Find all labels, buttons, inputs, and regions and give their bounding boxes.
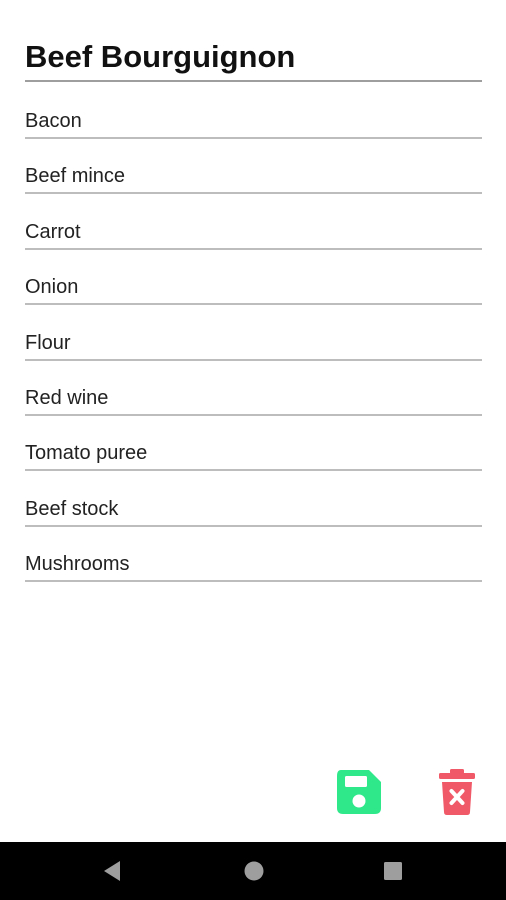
trash-x-icon <box>439 769 475 815</box>
save-button[interactable] <box>335 768 383 816</box>
recipe-title-field[interactable]: Beef Bourguignon <box>25 38 482 82</box>
ingredient-row: Onion <box>25 266 482 321</box>
system-navigation-bar <box>0 842 506 900</box>
ingredient-field[interactable]: Tomato puree <box>25 432 482 472</box>
delete-button[interactable] <box>437 768 477 816</box>
ingredient-field[interactable]: Bacon <box>25 100 482 139</box>
circle-home-icon <box>244 861 264 881</box>
ingredient-field[interactable]: Flour <box>25 322 482 361</box>
ingredient-row: Beef stock <box>25 488 482 543</box>
back-button[interactable] <box>98 856 128 886</box>
ingredient-field[interactable]: Onion <box>25 266 482 306</box>
ingredient-row: Carrot <box>25 211 482 266</box>
recipe-edit-screen: Beef Bourguignon Bacon Beef mince Carrot… <box>0 0 506 900</box>
ingredient-list: Bacon Beef mince Carrot Onion Flour Red … <box>25 100 482 599</box>
ingredient-row: Red wine <box>25 377 482 432</box>
ingredient-field[interactable]: Beef mince <box>25 155 482 195</box>
ingredient-row: Beef mince <box>25 155 482 210</box>
home-button[interactable] <box>239 856 269 886</box>
ingredient-row: Bacon <box>25 100 482 155</box>
ingredient-field[interactable]: Mushrooms <box>25 543 482 583</box>
ingredient-field[interactable]: Red wine <box>25 377 482 416</box>
ingredient-field[interactable]: Carrot <box>25 211 482 250</box>
floppy-disk-icon <box>337 770 381 814</box>
ingredient-row: Flour <box>25 322 482 377</box>
recents-button[interactable] <box>378 856 408 886</box>
ingredient-row: Mushrooms <box>25 543 482 598</box>
square-recents-icon <box>384 862 402 880</box>
triangle-back-icon <box>104 861 120 881</box>
ingredient-field[interactable]: Beef stock <box>25 488 482 527</box>
ingredient-row: Tomato puree <box>25 432 482 487</box>
